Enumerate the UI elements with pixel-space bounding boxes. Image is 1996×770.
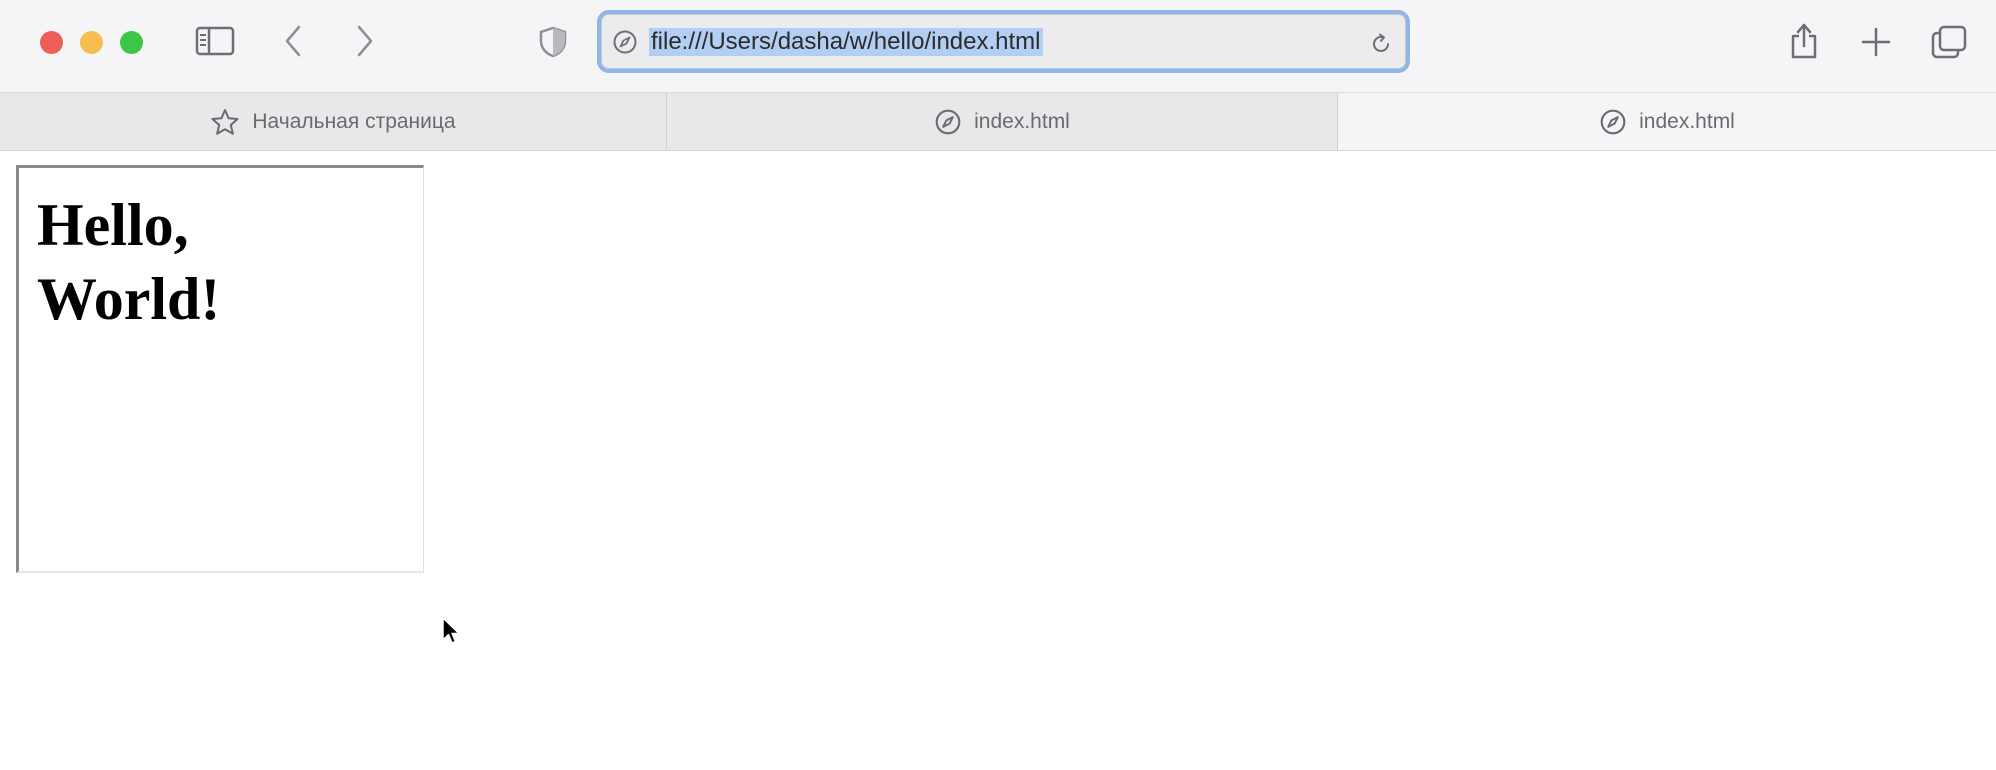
url-text[interactable]: file:///Users/dasha/w/hello/index.html (649, 28, 1043, 56)
plus-icon[interactable] (1861, 27, 1891, 57)
tabs-overview-icon[interactable] (1930, 24, 1968, 60)
forward-icon[interactable] (355, 24, 375, 58)
close-window-button[interactable] (40, 31, 63, 54)
share-icon[interactable] (1788, 21, 1820, 61)
reload-icon[interactable] (1368, 31, 1394, 62)
compass-icon (1599, 108, 1627, 136)
heading-line-2: World! (37, 266, 221, 332)
tab-bar: Начальная страница index.html index.html (0, 93, 1996, 151)
compass-icon (612, 29, 638, 60)
tab-label: index.html (974, 109, 1070, 133)
star-icon (210, 108, 240, 136)
page-viewport: Hello, World! (0, 151, 1996, 770)
tab-label: Начальная страница (252, 109, 456, 133)
tab-index-html-1[interactable]: index.html (667, 93, 1338, 150)
zoom-window-button[interactable] (120, 31, 143, 54)
tab-index-html-2[interactable]: index.html (1338, 93, 1996, 150)
heading-line-1: Hello, (37, 192, 189, 258)
mouse-cursor-icon (441, 616, 461, 651)
browser-toolbar: file:///Users/dasha/w/hello/index.html (0, 0, 1996, 93)
sidebar-icon[interactable] (195, 25, 235, 57)
page-content-box: Hello, World! (16, 165, 424, 573)
page-heading: Hello, World! (37, 188, 337, 336)
tab-label: index.html (1639, 109, 1735, 133)
shield-icon[interactable] (538, 26, 568, 58)
tab-start-page[interactable]: Начальная страница (0, 93, 667, 150)
compass-icon (934, 108, 962, 136)
back-icon[interactable] (283, 24, 303, 58)
address-bar[interactable]: file:///Users/dasha/w/hello/index.html (597, 10, 1410, 73)
minimize-window-button[interactable] (80, 31, 103, 54)
